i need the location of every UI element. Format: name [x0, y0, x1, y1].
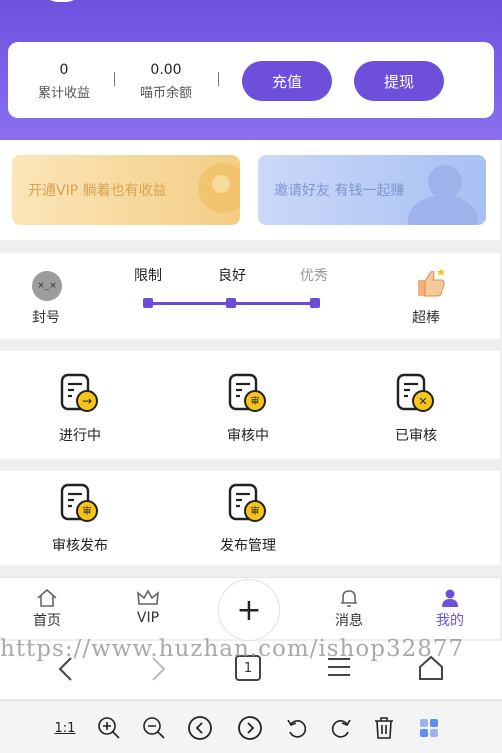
thumbs-up-icon: [418, 268, 445, 297]
divider: [114, 72, 115, 86]
task-badge: ✕: [418, 395, 427, 408]
vip-banner-text: 开通VIP 躺着也有收益: [28, 183, 167, 199]
level-step-good: 良好: [218, 268, 246, 284]
task-label: 已审核: [395, 428, 437, 444]
task-badge: 审: [82, 505, 91, 517]
next-icon[interactable]: [237, 715, 263, 741]
level-step-restricted: 限制: [134, 268, 162, 284]
coin-balance-stat[interactable]: 0.00 喵币余额: [136, 62, 196, 101]
task-label: 审核发布: [52, 538, 108, 554]
task-badge: →: [82, 394, 92, 408]
level-great-label: 超棒: [412, 310, 440, 326]
coin-balance-label: 喵币余额: [139, 86, 192, 101]
actual-size-button[interactable]: 1:1: [52, 715, 78, 741]
zoom-out-icon[interactable]: [141, 715, 167, 741]
task-label: 进行中: [59, 428, 101, 444]
level-marker: [143, 298, 153, 308]
zoom-in-icon[interactable]: [96, 715, 122, 741]
document-x-icon: ✕: [396, 373, 434, 412]
home-icon: [37, 588, 57, 607]
trash-icon[interactable]: [371, 715, 397, 741]
coin-balance-value: 0.00: [150, 62, 182, 78]
invite-banner-text: 邀请好友 有钱一起赚: [274, 183, 405, 199]
task-badge: 审: [250, 395, 259, 407]
document-arrow-icon: →: [60, 373, 98, 412]
total-earnings-label: 累计收益: [37, 86, 90, 101]
bell-icon: [341, 590, 357, 607]
vip-banner[interactable]: 开通VIP 躺着也有收益: [12, 155, 240, 225]
previous-icon[interactable]: [187, 715, 213, 741]
tab-label: VIP: [136, 610, 160, 626]
task-under-review[interactable]: 审 审核中: [168, 373, 328, 445]
task-label: 发布管理: [220, 538, 276, 554]
watermark-text: https://www.huzhan.com/ishop32877: [0, 636, 465, 662]
tab-label: 首页: [33, 613, 61, 629]
withdraw-button[interactable]: 提现: [354, 61, 444, 101]
task-badge: 审: [250, 505, 259, 517]
tab-label: 消息: [335, 613, 363, 629]
level-step-excellent: 优秀: [300, 268, 328, 284]
task-publish-management[interactable]: 审 发布管理: [168, 483, 328, 555]
publish-grid: 审 审核发布 审 发布管理: [0, 471, 500, 565]
publish-plus-button[interactable]: +: [218, 579, 280, 641]
puzzle-decoration: [212, 175, 230, 193]
crown-icon: [137, 589, 159, 605]
grid-apps-icon[interactable]: [416, 715, 442, 741]
friends-icon: [408, 195, 478, 225]
document-review-icon: 审: [228, 373, 266, 412]
avatar[interactable]: [42, 0, 82, 2]
user-icon: [442, 589, 458, 607]
document-review-icon: 审: [60, 483, 98, 522]
rotate-right-icon[interactable]: [328, 715, 354, 741]
task-label: 审核中: [227, 428, 269, 444]
friends-icon: [428, 165, 462, 199]
level-banned-label: 封号: [32, 310, 60, 326]
recharge-button[interactable]: 充值: [242, 61, 332, 101]
banned-face-icon: ×_×: [32, 271, 62, 301]
total-earnings-value: 0: [59, 62, 69, 78]
task-review-publish[interactable]: 审 审核发布: [0, 483, 160, 555]
task-status-grid: → 进行中 审 审核中 ✕ 已审核: [0, 351, 500, 459]
invite-banner[interactable]: 邀请好友 有钱一起赚: [258, 155, 486, 225]
task-in-progress[interactable]: → 进行中: [0, 373, 160, 445]
total-earnings-stat[interactable]: 0 累计收益: [34, 62, 94, 101]
level-marker: [226, 298, 236, 308]
tab-vip[interactable]: VIP: [113, 588, 183, 626]
level-marker: [310, 298, 320, 308]
viewer-toolbar: 1:1: [0, 700, 502, 753]
tab-label: 我的: [436, 613, 464, 629]
tab-messages[interactable]: 消息: [314, 588, 384, 630]
tab-mine[interactable]: 我的: [415, 588, 485, 630]
divider: [218, 72, 219, 86]
tab-home[interactable]: 首页: [12, 588, 82, 630]
wallet-card: 0 累计收益 0.00 喵币余额 充值 提现: [8, 42, 494, 118]
task-reviewed[interactable]: ✕ 已审核: [336, 373, 496, 445]
rotate-left-icon[interactable]: [284, 715, 310, 741]
document-review-icon: 审: [228, 483, 266, 522]
